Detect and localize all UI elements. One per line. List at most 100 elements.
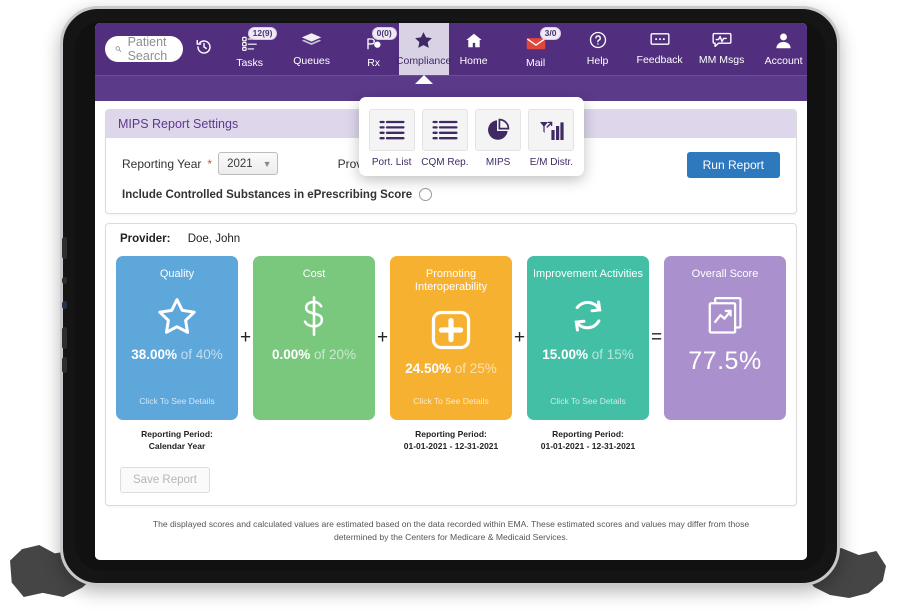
period-value: 01-01-2021 - 12-31-2021 bbox=[540, 441, 636, 452]
operator-plus: + bbox=[239, 327, 252, 348]
plus-square-icon bbox=[431, 309, 471, 351]
card-max: of 40% bbox=[177, 347, 223, 363]
card-value: 15.00% of 15% bbox=[542, 347, 634, 362]
tablet-button bbox=[62, 357, 67, 373]
score-card-improvement-activities[interactable]: Improvement Activities 15.00% of 15% Cli… bbox=[527, 256, 649, 420]
save-row: Save Report bbox=[106, 453, 796, 505]
mm-msgs-icon bbox=[712, 32, 732, 53]
nav-item-account[interactable]: Account bbox=[759, 23, 807, 75]
menu-item-port-list[interactable]: Port. List bbox=[368, 109, 416, 168]
tasks-badge: 12(9) bbox=[247, 27, 278, 41]
home-icon bbox=[465, 32, 483, 54]
card-value: 24.50% of 25% bbox=[405, 361, 497, 376]
tablet-button bbox=[62, 277, 67, 284]
nav-item-mail[interactable]: 3/0 Mail bbox=[511, 23, 562, 75]
account-icon bbox=[775, 32, 792, 54]
nav-item-queues[interactable]: Queues bbox=[287, 23, 337, 75]
score-card-quality[interactable]: Quality 38.00% of 40% Click To See Detai… bbox=[116, 256, 238, 420]
history-icon[interactable] bbox=[195, 38, 213, 61]
card-score: 24.50% bbox=[405, 360, 451, 376]
refresh-icon bbox=[569, 295, 607, 337]
score-card-overall[interactable]: Overall Score 77.5% bbox=[664, 256, 786, 420]
queues-icon bbox=[301, 32, 322, 54]
menu-item-mips[interactable]: MIPS bbox=[474, 109, 522, 168]
card-score: 15.00% bbox=[542, 347, 588, 363]
card-title: Overall Score bbox=[691, 268, 759, 280]
menu-label: MIPS bbox=[485, 157, 511, 168]
card-score: 38.00% bbox=[131, 347, 177, 363]
pie-chart-icon bbox=[475, 109, 522, 151]
card-details-link[interactable]: Click To See Details bbox=[139, 396, 214, 406]
menu-item-cqm-rep[interactable]: CQM Rep. bbox=[421, 109, 469, 168]
score-card-promoting-interoperability[interactable]: Promoting Interoperability 24.50% of 25% bbox=[390, 256, 512, 420]
reporting-year-label: Reporting Year bbox=[122, 156, 202, 171]
nav-label-tasks: Tasks bbox=[236, 57, 264, 70]
nav-item-tasks[interactable]: 12(9) Tasks bbox=[225, 23, 278, 75]
list-icon bbox=[368, 109, 415, 151]
card-details-link[interactable]: Click To See Details bbox=[550, 396, 625, 406]
menu-item-em-distr[interactable]: E/M Distr. bbox=[527, 109, 575, 168]
star-outline-icon bbox=[157, 295, 197, 337]
nav-item-feedback[interactable]: Feedback bbox=[635, 23, 685, 75]
nav-label-mail: Mail bbox=[525, 57, 546, 70]
score-card-cost[interactable]: Cost 0.00% of 20% bbox=[253, 256, 375, 420]
menu-label: CQM Rep. bbox=[421, 157, 469, 168]
card-title: Promoting Interoperability bbox=[414, 268, 488, 294]
nav-item-rx[interactable]: 0(0) Rx bbox=[349, 23, 399, 75]
card-title: Improvement Activities bbox=[532, 268, 644, 280]
chevron-down-icon: ▼ bbox=[262, 158, 272, 169]
search-input[interactable]: Patient Search bbox=[105, 35, 183, 63]
mail-badge: 3/0 bbox=[539, 27, 562, 41]
nav-label-help: Help bbox=[586, 55, 609, 68]
card-max: of 25% bbox=[451, 360, 497, 376]
nav-item-compliance[interactable]: Compliance bbox=[396, 23, 451, 84]
period-value: Calendar Year bbox=[148, 441, 206, 452]
nav-item-mm-msgs[interactable]: MM Msgs bbox=[697, 23, 747, 75]
report-chart-icon bbox=[707, 295, 743, 337]
controlled-substances-label: Include Controlled Substances in ePrescr… bbox=[122, 188, 413, 201]
dollar-icon bbox=[297, 295, 331, 337]
nav-item-help[interactable]: Help bbox=[573, 23, 623, 75]
nav-item-home[interactable]: Home bbox=[449, 23, 499, 75]
provider-summary-value: Doe, John bbox=[187, 233, 241, 245]
compliance-dropdown-menu: Port. List CQM Rep. MIPS E/M Distr. bbox=[359, 97, 584, 176]
bar-chart-icon bbox=[528, 109, 575, 151]
card-score: 0.00% bbox=[271, 347, 311, 363]
card-value: 38.00% of 40% bbox=[131, 347, 223, 362]
reporting-year-value: 2021 bbox=[227, 157, 253, 170]
score-card-promoting-interoperability-wrap: Promoting Interoperability 24.50% of 25% bbox=[390, 256, 512, 453]
score-card-quality-wrap: Quality 38.00% of 40% Click To See Detai… bbox=[116, 256, 238, 453]
provider-summary: Provider: Doe, John bbox=[106, 224, 796, 245]
nav-label-rx: Rx bbox=[367, 57, 381, 70]
top-navigation-bar: Patient Search 12(9) Tasks Queues 0(0) R… bbox=[95, 23, 807, 84]
save-report-button[interactable]: Save Report bbox=[120, 466, 210, 493]
score-cards: Quality 38.00% of 40% Click To See Detai… bbox=[106, 245, 796, 453]
nav-label-feedback: Feedback bbox=[636, 54, 683, 67]
controlled-substances-checkbox[interactable] bbox=[419, 188, 433, 201]
controlled-substances-row: Include Controlled Substances in ePrescr… bbox=[122, 188, 780, 201]
reporting-year-select[interactable]: 2021 ▼ bbox=[218, 152, 278, 175]
tablet-button bbox=[62, 301, 67, 309]
feedback-icon bbox=[650, 32, 670, 53]
period-label: Reporting Period: bbox=[552, 429, 624, 439]
card-value: 0.00% of 20% bbox=[272, 347, 356, 362]
tablet-button bbox=[62, 327, 67, 349]
overall-score-value: 77.5% bbox=[688, 347, 762, 376]
card-details-link[interactable]: Click To See Details bbox=[413, 396, 488, 406]
active-tab-caret bbox=[414, 75, 433, 84]
card-period: Reporting Period: 01-01-2021 - 12-31-202… bbox=[404, 428, 499, 453]
search-placeholder: Patient Search bbox=[127, 35, 168, 63]
rx-badge: 0(0) bbox=[371, 27, 397, 41]
period-value: 01-01-2021 - 12-31-2021 bbox=[403, 441, 499, 452]
run-report-button[interactable]: Run Report bbox=[686, 152, 780, 178]
card-period: Reporting Period: 01-01-2021 - 12-31-202… bbox=[541, 428, 636, 453]
nav-label-account: Account bbox=[764, 54, 803, 67]
operator-equals: = bbox=[650, 327, 663, 348]
required-marker: * bbox=[207, 156, 213, 171]
card-title: Quality bbox=[159, 268, 195, 280]
mips-results-panel: Provider: Doe, John Quality 38.00% of 40… bbox=[105, 223, 797, 506]
score-card-overall-wrap: Overall Score 77.5% bbox=[664, 256, 786, 420]
list-icon bbox=[421, 109, 468, 151]
period-label: Reporting Period: bbox=[141, 429, 213, 439]
disclaimer-text: The displayed scores and calculated valu… bbox=[152, 518, 750, 543]
